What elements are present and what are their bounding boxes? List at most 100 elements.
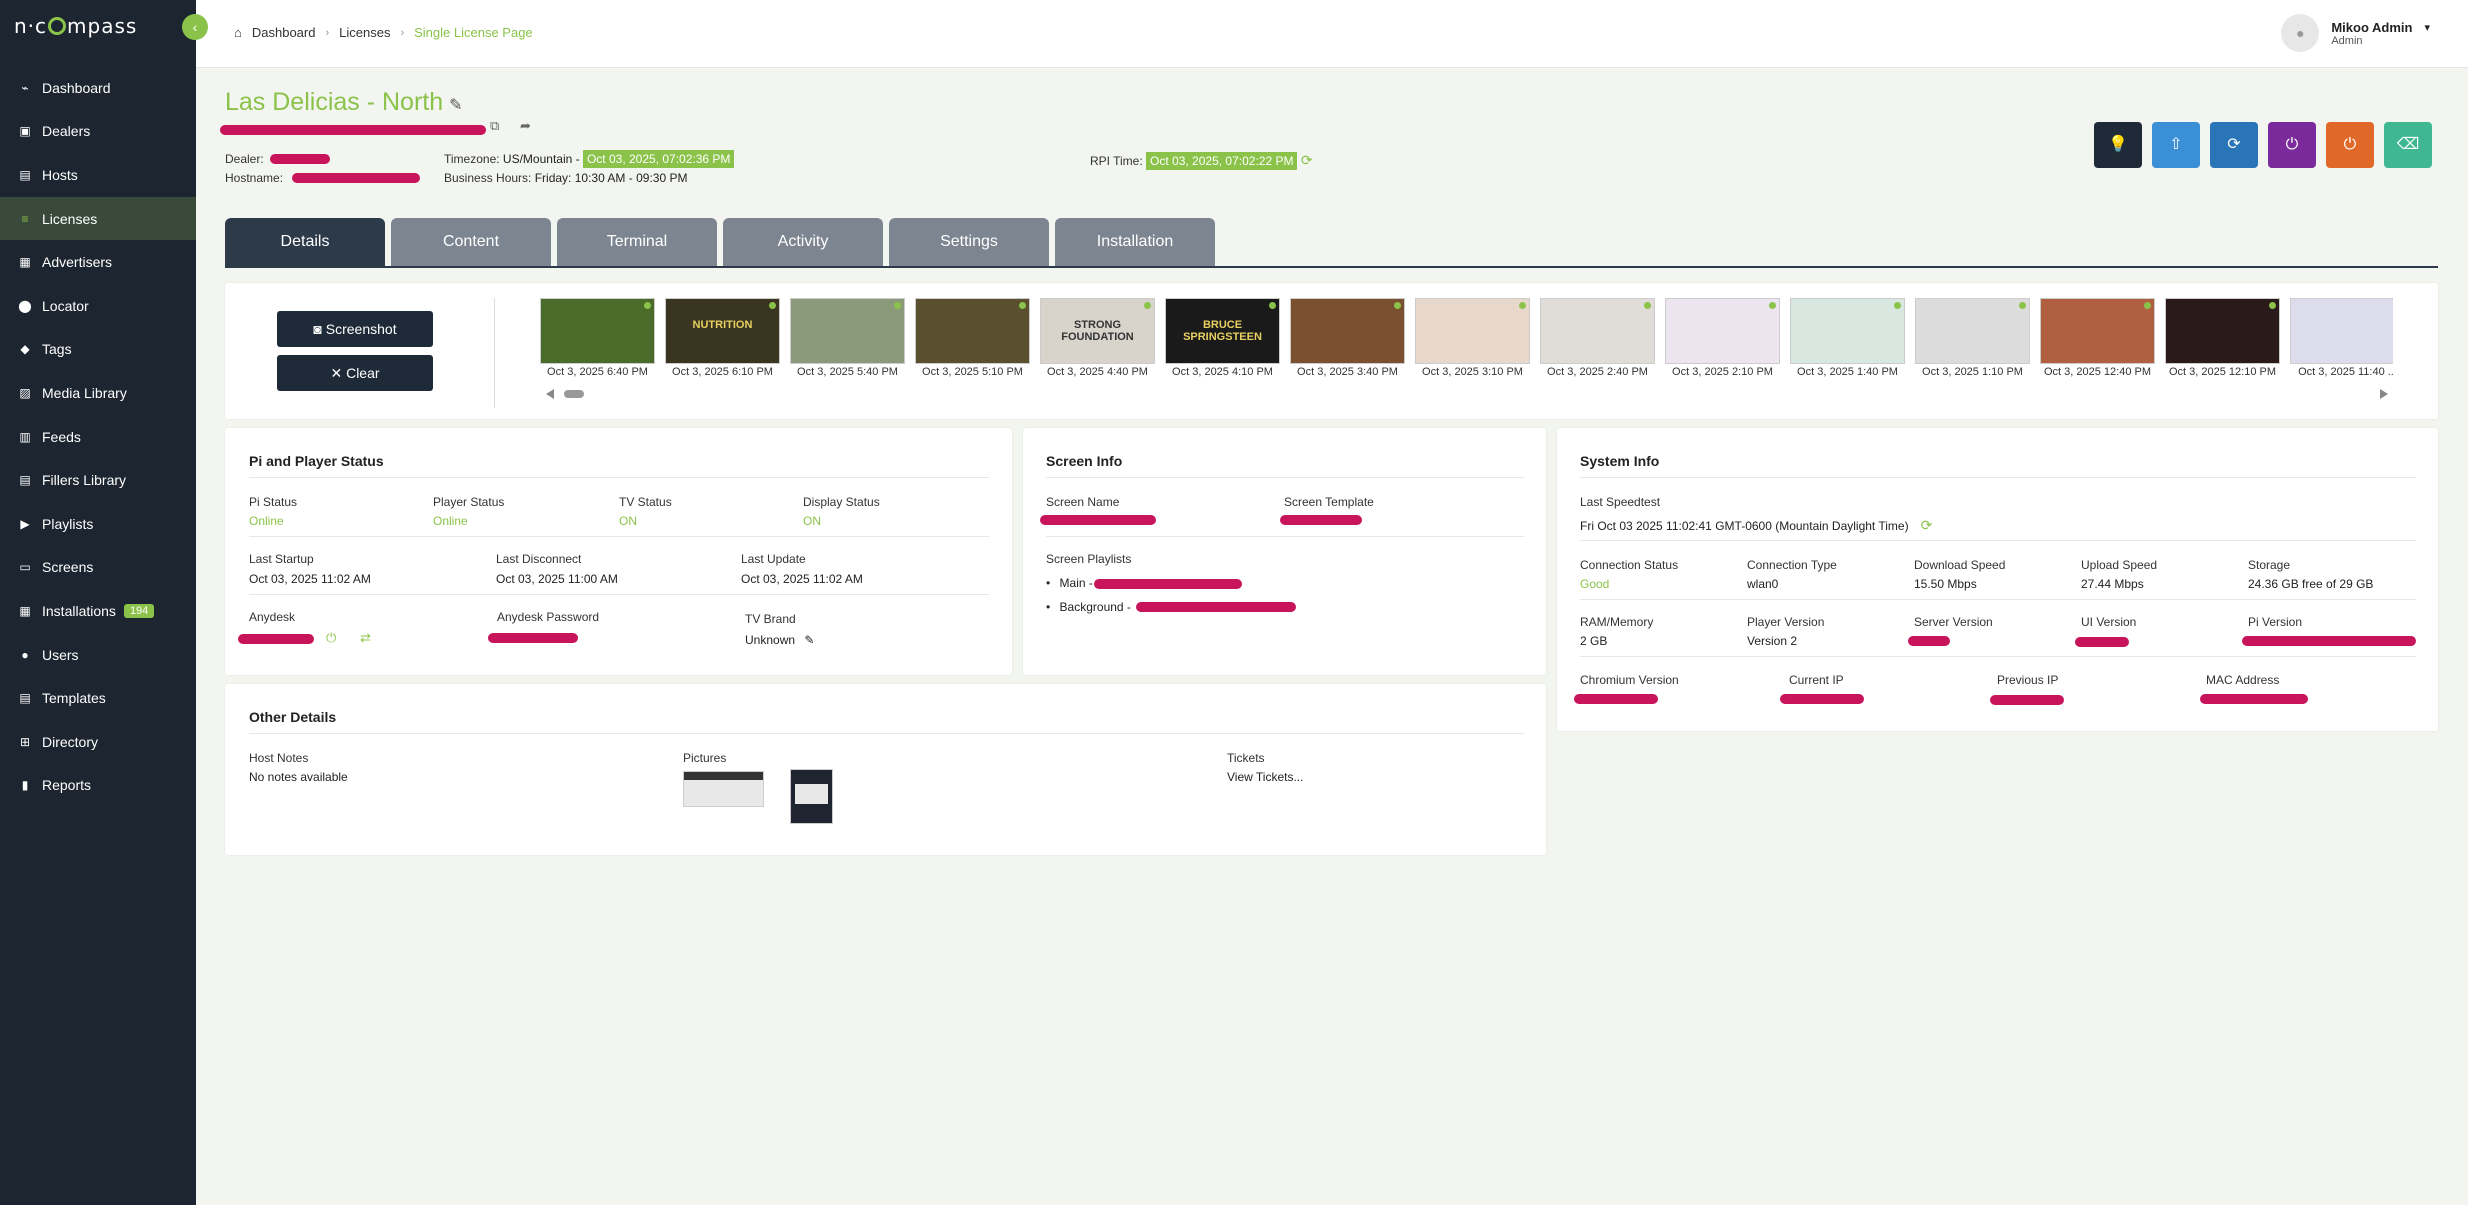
sidebar-item-dealers[interactable]: ▣ Dealers	[0, 110, 196, 154]
power-button[interactable]: ⏻	[2268, 122, 2316, 168]
sidebar-item-users[interactable]: ● Users	[0, 633, 196, 677]
user-menu[interactable]: ● Mikoo Admin Admin ▾	[2281, 14, 2430, 52]
screenshot-thumbnail[interactable]: Oct 3, 2025 5:40 PM	[790, 298, 905, 380]
screenshot-thumbnail[interactable]: Oct 3, 2025 2:40 PM	[1540, 298, 1655, 380]
chromium-version-label: Chromium Version	[1580, 673, 1679, 687]
sidebar-item-fillers-library[interactable]: ▤ Fillers Library	[0, 458, 196, 502]
sidebar-item-label: Fillers Library	[42, 472, 127, 489]
view-tickets-link[interactable]: View Tickets...	[1227, 770, 1303, 784]
tab-details[interactable]: Details	[225, 218, 385, 266]
status-dot-icon	[1269, 302, 1276, 309]
tickets-label: Tickets	[1227, 751, 1265, 765]
screenshot-thumbnail[interactable]: Oct 3, 2025 12:40 PM	[2040, 298, 2155, 380]
upload-button[interactable]: ⇧	[2152, 122, 2200, 168]
ad-icon: ▦	[19, 255, 31, 270]
page-title: Las Delicias - North ✎	[225, 88, 463, 117]
anydesk-swap-icon[interactable]: ⇄	[360, 630, 371, 646]
pictures-label: Pictures	[683, 751, 727, 765]
rerun-speedtest-icon[interactable]: ⟳	[1921, 517, 1933, 533]
copy-icon[interactable]: ⧉	[490, 118, 499, 134]
sidebar-item-locator[interactable]: ⬤ Locator	[0, 284, 196, 328]
sidebar-item-dashboard[interactable]: ⌁ Dashboard	[0, 66, 196, 110]
sidebar-item-templates[interactable]: ▤ Templates	[0, 676, 196, 720]
other-details-title: Other Details	[249, 709, 337, 725]
tab-activity[interactable]: Activity	[723, 218, 883, 266]
edit-title-icon[interactable]: ✎	[449, 97, 462, 114]
map-icon: ▤	[19, 167, 31, 182]
lightbulb-button[interactable]: 💡	[2094, 122, 2142, 168]
anydesk-power-icon[interactable]: ⏻	[326, 630, 336, 646]
collapse-sidebar-button[interactable]: ‹	[182, 14, 208, 40]
screen-name-label: Screen Name	[1046, 495, 1120, 509]
sidebar-item-tags[interactable]: ◆ Tags	[0, 328, 196, 372]
tab-content[interactable]: Content	[391, 218, 551, 266]
sidebar-item-reports[interactable]: ▮ Reports	[0, 764, 196, 808]
sidebar-item-installations[interactable]: ▦ Installations 194	[0, 589, 196, 633]
power-off-button[interactable]: ⏻	[2326, 122, 2374, 168]
sidebar-item-label: Licenses	[42, 210, 98, 227]
screenshot-thumbnail[interactable]: Oct 3, 2025 3:40 PM	[1290, 298, 1405, 380]
screenshot-caption: Oct 3, 2025 1:10 PM	[1922, 366, 2023, 378]
redacted-background-playlist	[1136, 602, 1296, 612]
screenshot-thumbnail[interactable]: Oct 3, 2025 1:40 PM	[1790, 298, 1905, 380]
tab-terminal[interactable]: Terminal	[557, 218, 717, 266]
share-icon[interactable]: ➦	[520, 118, 531, 134]
sidebar-item-hosts[interactable]: ▤ Hosts	[0, 153, 196, 197]
screenshot-image	[1915, 298, 2030, 364]
screenshot-thumbnail[interactable]: NUTRITION Oct 3, 2025 6:10 PM	[665, 298, 780, 380]
refresh-icon[interactable]: ⟳	[1301, 152, 1313, 168]
main-playlist-label: Main -	[1059, 576, 1093, 590]
rpi-time-row: RPI Time: Oct 03, 2025, 07:02:22 PM ⟳	[1090, 152, 1313, 170]
picture-thumbnail[interactable]	[790, 769, 833, 824]
last-startup-value: Oct 03, 2025 11:02 AM	[249, 572, 371, 586]
eraser-button[interactable]: ⌫	[2384, 122, 2432, 168]
eraser-icon: ⌫	[2396, 136, 2420, 153]
screenshot-image: STRONG FOUNDATION	[1040, 298, 1155, 364]
sidebar-item-advertisers[interactable]: ▦ Advertisers	[0, 240, 196, 284]
download-speed-label: Download Speed	[1914, 558, 2006, 572]
sidebar-item-feeds[interactable]: ▥ Feeds	[0, 415, 196, 459]
screenshot-thumbnail[interactable]: Oct 3, 2025 11:40 ...	[2290, 298, 2393, 380]
scroll-thumb	[564, 390, 584, 398]
status-dot-icon	[1894, 302, 1901, 309]
breadcrumb-licenses[interactable]: Licenses	[339, 25, 390, 40]
tab-installation[interactable]: Installation	[1055, 218, 1215, 266]
anydesk-label: Anydesk	[249, 610, 296, 624]
screenshot-image: NUTRITION	[665, 298, 780, 364]
divider	[494, 298, 495, 408]
sidebar-item-directory[interactable]: ⊞ Directory	[0, 720, 196, 764]
screenshot-thumbnail[interactable]: Oct 3, 2025 3:10 PM	[1415, 298, 1530, 380]
screenshot-thumbnail[interactable]: Oct 3, 2025 5:10 PM	[915, 298, 1030, 380]
last-update-label: Last Update	[741, 552, 806, 566]
screenshot-thumbnail[interactable]: Oct 3, 2025 2:10 PM	[1665, 298, 1780, 380]
connection-type-label: Connection Type	[1747, 558, 1837, 572]
storage-value: 24.36 GB free of 29 GB	[2248, 577, 2374, 591]
sidebar-item-playlists[interactable]: ▶ Playlists	[0, 502, 196, 546]
sidebar-item-screens[interactable]: ▭ Screens	[0, 546, 196, 590]
screenshot-thumbnail[interactable]: Oct 3, 2025 1:10 PM	[1915, 298, 2030, 380]
screenshot-thumbnail[interactable]: STRONG FOUNDATION Oct 3, 2025 4:40 PM	[1040, 298, 1155, 380]
gallery-scrollbar[interactable]	[546, 388, 2388, 400]
tab-settings[interactable]: Settings	[889, 218, 1049, 266]
mac-address-label: MAC Address	[2206, 673, 2280, 687]
screenshot-image-text: STRONG FOUNDATION	[1061, 319, 1134, 343]
screenshot-thumbnail[interactable]: Oct 3, 2025 6:40 PM	[540, 298, 655, 380]
app-logo[interactable]: n·c mpass	[14, 14, 137, 38]
business-hours-row: Business Hours: Friday: 10:30 AM - 09:30…	[444, 171, 687, 185]
clear-button[interactable]: ✕ Clear	[277, 355, 433, 391]
edit-tv-brand-icon[interactable]: ✎	[804, 633, 814, 647]
sidebar-item-licenses[interactable]: ≡ Licenses	[0, 196, 196, 241]
user-avatar-icon: ●	[2281, 14, 2320, 52]
tv-brand-text: Unknown	[745, 633, 796, 647]
feed-icon: ▥	[19, 429, 31, 444]
screenshot-thumbnail[interactable]: BRUCE SPRINGSTEEN Oct 3, 2025 4:10 PM	[1165, 298, 1280, 380]
sync-button[interactable]: ⟳	[2210, 122, 2258, 168]
upload-speed-value: 27.44 Mbps	[2081, 577, 2144, 591]
picture-thumbnail[interactable]	[683, 771, 764, 807]
screenshot-button[interactable]: ◙ Screenshot	[277, 311, 433, 347]
rpi-time-label: RPI Time:	[1090, 154, 1143, 168]
sidebar-item-media-library[interactable]: ▨ Media Library	[0, 371, 196, 415]
breadcrumb-dashboard[interactable]: Dashboard	[252, 25, 316, 40]
ram-value: 2 GB	[1580, 634, 1608, 648]
screenshot-thumbnail[interactable]: Oct 3, 2025 12:10 PM	[2165, 298, 2280, 380]
